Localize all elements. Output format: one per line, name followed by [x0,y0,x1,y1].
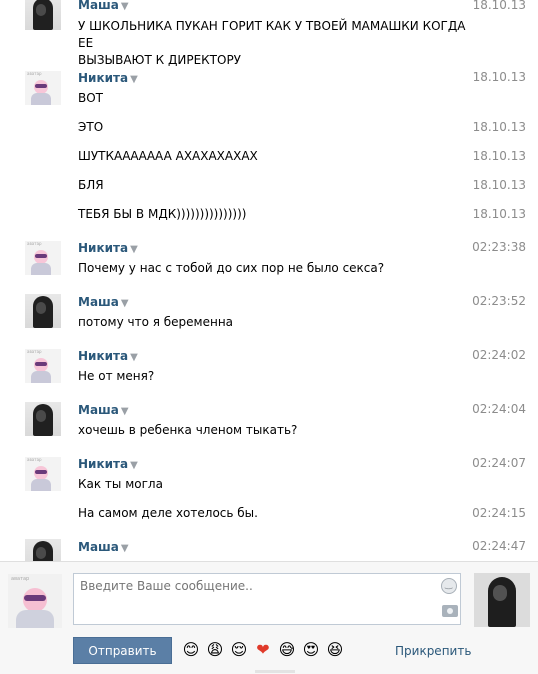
author-name[interactable]: Никита ▼ [78,457,138,471]
caret-down-icon[interactable]: ▼ [130,352,138,363]
message-time: 02:24:15 [472,506,526,520]
message-text: У ШКОЛЬНИКА ПУКАН ГОРИТ КАК У ТВОЕЙ МАМА… [78,19,466,67]
message-text: ШУТКАААААAA АХАХАХАХАХ [78,149,258,163]
caret-down-icon[interactable]: ▼ [121,1,129,12]
avatar-masha[interactable] [25,294,61,328]
emoji-relieved-icon[interactable]: 😌 [229,640,249,660]
emoji-laughing-icon[interactable]: 😆 [325,640,345,660]
composer-panel: аватар Отправить 😊 😩 😌 ❤ 😅 😍 😆 Прикрепит… [0,561,538,674]
message-text: ТЕБЯ БЫ В МДК))))))))))))))) [78,207,247,221]
camera-icon[interactable] [442,605,458,617]
avatar-masha[interactable] [25,402,61,436]
message-time: 18.10.13 [472,0,526,12]
message-text: Почему у нас с тобой до сих пор не было … [78,261,385,275]
author-name[interactable]: Никита ▼ [78,349,138,363]
author-name[interactable]: Маша ▼ [78,540,129,554]
message-text: Не от меня? [78,369,155,383]
emoji-sweat-smile-icon[interactable]: 😅 [277,640,297,660]
message-text: потому что я беременна [78,315,234,329]
message-time: 18.10.13 [472,70,526,84]
message-time: 02:24:07 [472,456,526,470]
message-time: 18.10.13 [472,178,526,192]
emoji-heart-eyes-icon[interactable]: 😍 [301,640,321,660]
message-text: БЛЯ [78,178,104,192]
author-name[interactable]: Маша ▼ [78,0,129,12]
avatar-nikita[interactable]: аватар [25,241,61,275]
emoji-smile-icon[interactable]: 😊 [181,640,201,660]
attach-link[interactable]: Прикрепить [395,644,471,658]
author-name[interactable]: Никита ▼ [78,71,138,85]
message-time: 02:24:02 [472,348,526,362]
message-input[interactable] [73,573,461,625]
message-time: 18.10.13 [472,149,526,163]
caret-down-icon[interactable]: ▼ [121,298,129,309]
caret-down-icon[interactable]: ▼ [121,543,129,554]
author-name[interactable]: Маша ▼ [78,295,129,309]
message-history: Маша ▼ 18.10.13 У ШКОЛЬНИКА ПУКАН ГОРИТ К… [0,0,538,561]
message-time: 02:24:04 [472,402,526,416]
emoji-weary-icon[interactable]: 😩 [205,640,225,660]
caret-down-icon[interactable]: ▼ [130,244,138,255]
author-name[interactable]: Маша ▼ [78,403,129,417]
message-time: 02:23:52 [472,294,526,308]
avatar-nikita[interactable]: аватар [25,71,61,105]
message-text: На самом деле хотелось бы. [78,506,258,520]
caret-down-icon[interactable]: ▼ [121,406,129,417]
message-time: 18.10.13 [472,120,526,134]
avatar-nikita[interactable]: аватар [25,457,61,491]
my-avatar[interactable]: аватар [8,574,62,628]
send-button[interactable]: Отправить [73,637,172,664]
message-text: ВОТ [78,91,104,105]
smile-icon[interactable] [441,578,457,594]
recipient-avatar[interactable] [474,573,530,627]
author-name[interactable]: Никита ▼ [78,241,138,255]
emoji-heart-icon[interactable]: ❤ [253,640,273,660]
avatar-nikita[interactable]: аватар [25,349,61,383]
caret-down-icon[interactable]: ▼ [130,74,138,85]
caret-down-icon[interactable]: ▼ [130,460,138,471]
message-text: Как ты могла [78,477,163,491]
avatar-masha[interactable] [25,0,61,30]
avatar-masha[interactable] [25,539,61,561]
message-time: 18.10.13 [472,207,526,221]
message-time: 02:23:38 [472,240,526,254]
message-text: ЭТО [78,120,104,134]
message-time: 02:24:47 [472,539,526,553]
message-text: хочешь в ребенка членом тыкать? [78,423,298,437]
